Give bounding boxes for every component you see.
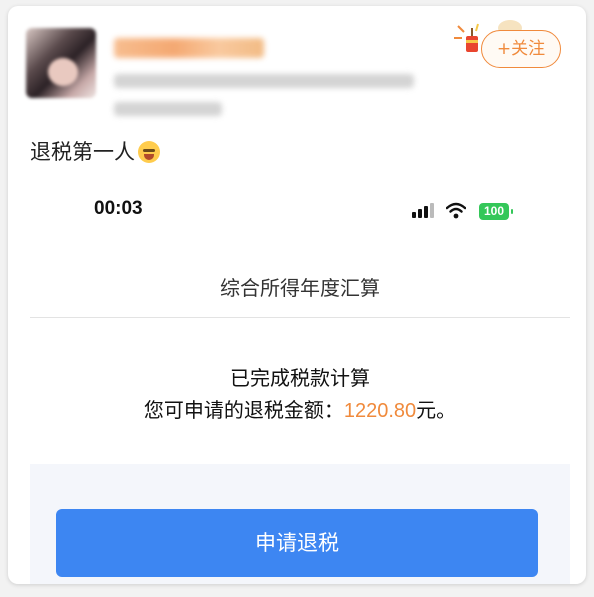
cellular-signal-icon [412, 202, 436, 220]
refund-prefix: 您可申请的退税金额： [143, 398, 344, 422]
calculation-done-text: 已完成税款计算 [230, 366, 370, 390]
follow-button[interactable]: +关注 [481, 30, 561, 68]
wifi-icon [446, 202, 466, 219]
post-meta-blurred [114, 74, 414, 88]
page-title: 综合所得年度汇算 [220, 276, 380, 300]
status-time: 00:03 [94, 198, 143, 219]
apply-refund-button[interactable]: 申请退税 [56, 509, 538, 577]
battery-icon: 100 [479, 203, 509, 220]
embedded-screenshot[interactable]: 00:03 100 综合所得年度汇算 已完成税款计算 您可申请的退税金额：122… [30, 186, 570, 584]
flushed-face-emoji-icon [138, 141, 160, 163]
battery-tip [511, 209, 513, 214]
post-text-content: 退税第一人 [30, 140, 135, 164]
divider [30, 317, 570, 318]
refund-amount-line: 您可申请的退税金额：1220.80元。 [30, 394, 570, 423]
refund-amount: 1220.80 [343, 400, 417, 422]
avatar[interactable] [26, 28, 96, 98]
action-footer: 申请退税 [30, 464, 570, 584]
refund-suffix: 元。 [416, 398, 457, 422]
post-text: 退税第一人 [30, 136, 160, 166]
post-meta-blurred-2 [114, 102, 222, 116]
post-card: +关注 退税第一人 00:03 100 综合所得年度汇算 已完成税款计算 您可申… [8, 6, 586, 584]
author-name-blurred[interactable] [114, 38, 264, 58]
